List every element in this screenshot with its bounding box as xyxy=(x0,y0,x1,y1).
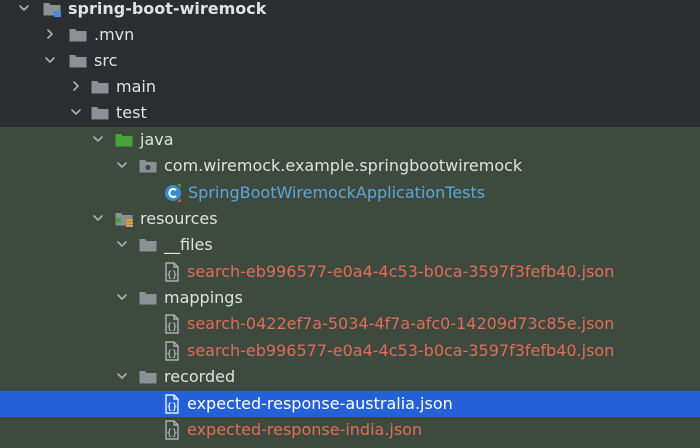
tree-label: resources xyxy=(140,209,218,228)
test-resources-root-icon xyxy=(114,209,134,229)
chevron-down-icon[interactable] xyxy=(16,0,32,22)
svg-text:{}: {} xyxy=(167,271,178,281)
tree-row-src[interactable]: src xyxy=(0,48,700,74)
tree-row-files-dir[interactable]: __files xyxy=(0,232,700,258)
svg-text:{}: {} xyxy=(167,350,178,360)
tree-row-mapping-2[interactable]: {} search-eb996577-e0a4-4c53-b0ca-3597f3… xyxy=(0,338,700,364)
tree-row-mapping-1[interactable]: {} search-0422ef7a-5034-4f7a-afc0-14209d… xyxy=(0,311,700,337)
tree-row-recorded-1-selected[interactable]: {} expected-response-australia.json xyxy=(0,391,700,417)
tree-label: main xyxy=(116,77,156,96)
tree-label: search-0422ef7a-5034-4f7a-afc0-14209d73c… xyxy=(187,314,615,333)
json-file-icon: {} xyxy=(162,262,182,282)
tree-label: java xyxy=(140,130,174,149)
chevron-down-icon[interactable] xyxy=(90,206,106,232)
folder-icon xyxy=(138,367,158,387)
chevron-down-icon[interactable] xyxy=(114,232,130,258)
json-file-icon: {} xyxy=(162,420,182,440)
chevron-down-icon[interactable] xyxy=(90,127,106,153)
folder-icon xyxy=(90,103,110,123)
tree-label: src xyxy=(94,51,118,70)
svg-text:{}: {} xyxy=(167,429,178,439)
json-file-icon: {} xyxy=(162,394,182,414)
tree-label: search-eb996577-e0a4-4c53-b0ca-3597f3fef… xyxy=(187,262,615,281)
chevron-down-icon[interactable] xyxy=(42,48,58,74)
folder-icon xyxy=(68,51,88,71)
tree-label: expected-response-australia.json xyxy=(187,394,453,413)
tree-row-java[interactable]: java xyxy=(0,127,700,153)
tree-row-mvn[interactable]: .mvn xyxy=(0,22,700,48)
tree-row-recorded-dir[interactable]: recorded xyxy=(0,364,700,390)
tree-label: search-eb996577-e0a4-4c53-b0ca-3597f3fef… xyxy=(187,341,615,360)
tree-label: spring-boot-wiremock xyxy=(68,0,267,18)
package-icon xyxy=(138,156,158,176)
tree-row-resources[interactable]: resources xyxy=(0,206,700,232)
tree-row-files-json[interactable]: {} search-eb996577-e0a4-4c53-b0ca-3597f3… xyxy=(0,259,700,285)
tree-row-mappings-dir[interactable]: mappings xyxy=(0,285,700,311)
tree-label: SpringBootWiremockApplicationTests xyxy=(188,183,486,202)
tree-label: com.wiremock.example.springbootwiremock xyxy=(164,156,523,175)
svg-text:{}: {} xyxy=(167,403,178,413)
tree-label: test xyxy=(116,103,147,122)
chevron-down-icon[interactable] xyxy=(68,100,84,126)
tree-row-root[interactable]: spring-boot-wiremock xyxy=(0,0,700,22)
chevron-down-icon[interactable] xyxy=(114,364,130,390)
folder-icon xyxy=(138,288,158,308)
junit-class-icon xyxy=(163,183,183,203)
json-file-icon: {} xyxy=(162,341,182,361)
tree-row-package[interactable]: com.wiremock.example.springbootwiremock xyxy=(0,153,700,179)
tree-label: recorded xyxy=(164,367,236,386)
chevron-down-icon[interactable] xyxy=(114,285,130,311)
tree-row-test[interactable]: test xyxy=(0,100,700,126)
tree-label: .mvn xyxy=(94,25,135,44)
tree-row-recorded-2[interactable]: {} expected-response-india.json xyxy=(0,417,700,443)
json-file-icon: {} xyxy=(162,314,182,334)
folder-icon xyxy=(90,77,110,97)
test-source-root-icon xyxy=(114,130,134,150)
tree-label: __files xyxy=(164,235,213,254)
project-tree: spring-boot-wiremock .mvn src main test … xyxy=(0,0,700,448)
tree-label: expected-response-india.json xyxy=(187,420,423,439)
chevron-right-icon[interactable] xyxy=(42,22,58,48)
svg-text:{}: {} xyxy=(167,323,178,333)
folder-icon xyxy=(68,25,88,45)
chevron-right-icon[interactable] xyxy=(68,74,84,100)
tree-row-main[interactable]: main xyxy=(0,74,700,100)
chevron-down-icon[interactable] xyxy=(114,153,130,179)
module-folder-icon xyxy=(42,0,62,19)
tree-row-test-class[interactable]: SpringBootWiremockApplicationTests xyxy=(0,180,700,206)
folder-icon xyxy=(138,235,158,255)
tree-label: mappings xyxy=(164,288,243,307)
